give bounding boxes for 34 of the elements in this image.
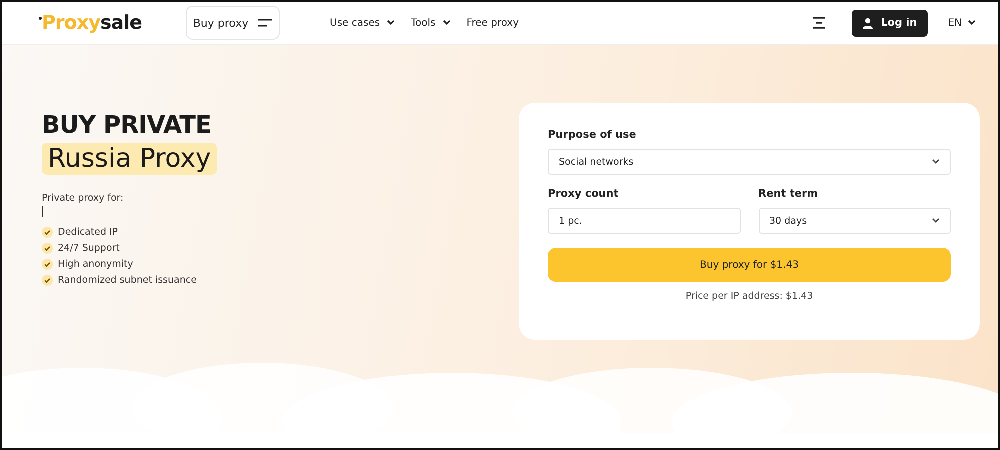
buy-proxy-button[interactable]: Buy proxy: [186, 6, 280, 40]
menu-icon[interactable]: [812, 17, 826, 29]
chevron-down-icon: [932, 218, 940, 224]
login-button[interactable]: Log in: [852, 10, 928, 36]
feature-text: Randomized subnet issuance: [58, 275, 197, 286]
intro-text: Private proxy for:: [42, 193, 125, 204]
logo[interactable]: Proxysale: [42, 12, 170, 34]
chevron-down-icon: [442, 20, 451, 26]
language-selector[interactable]: EN: [948, 18, 976, 28]
field-label: Rent term: [758, 188, 820, 200]
term-select[interactable]: 30 days: [758, 208, 951, 234]
hero-title: BUY PRIVATE: [42, 111, 212, 139]
user-icon: [863, 18, 874, 28]
field-label: Proxy count: [548, 188, 620, 200]
nav-link[interactable]: Free proxy: [466, 18, 519, 28]
feature-text: 24/7 Support: [58, 243, 120, 254]
count-field[interactable]: 1 pc.: [548, 208, 740, 234]
buy-button[interactable]: Buy proxy for $1.43: [548, 248, 951, 282]
feature-text: Dedicated IP: [58, 227, 118, 238]
field-label: Purpose of use: [548, 129, 638, 141]
chevron-down-icon: [968, 20, 976, 26]
chevron-down-icon: [387, 20, 396, 26]
check-icon: [42, 243, 53, 254]
check-icon: [42, 275, 53, 286]
check-icon: [42, 259, 53, 270]
price-note: Price per IP address: $1.43: [684, 291, 814, 302]
nav-link[interactable]: Use cases: [330, 18, 396, 28]
nav-link[interactable]: Tools: [411, 18, 451, 28]
chevron-down-icon: [932, 159, 940, 165]
check-icon: [42, 227, 53, 238]
menu-icon: [256, 19, 273, 27]
feature-text: High anonymity: [58, 259, 134, 270]
hero-highlight: Russia Proxy: [42, 143, 218, 175]
purpose-select[interactable]: Social networks: [548, 149, 951, 175]
